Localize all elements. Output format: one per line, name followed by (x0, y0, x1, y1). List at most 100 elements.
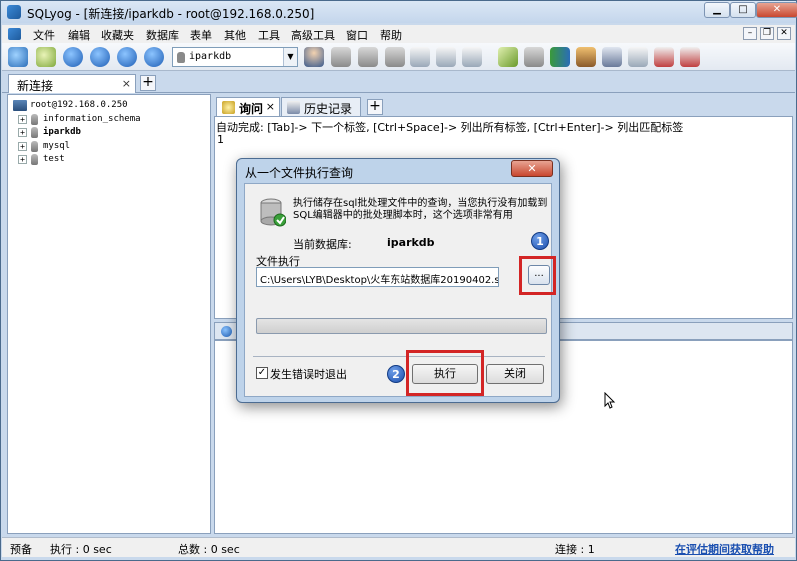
tab-query[interactable]: 询问 × (216, 97, 280, 116)
sqlyog-app-icon (7, 5, 21, 19)
status-mode: 预备 (10, 543, 32, 556)
database-icon (260, 198, 286, 227)
title-bar: SQLyog - [新连接/iparkdb - root@192.168.0.2… (1, 1, 797, 23)
table-data-icon[interactable] (410, 47, 430, 67)
menu-tools[interactable]: 工具 (258, 27, 280, 43)
copy-db-icon[interactable] (550, 47, 570, 67)
tab-history-label: 历史记录 (304, 102, 353, 116)
dialog-title: 从一个文件执行查询 (245, 166, 354, 180)
schema-sync-icon[interactable] (498, 47, 518, 67)
line-number: 1 (217, 133, 224, 146)
close-button[interactable]: 关闭 (486, 364, 544, 384)
status-connections: 连接 : 1 (555, 543, 595, 556)
execution-progress-bar (256, 318, 547, 334)
database-icon (31, 127, 38, 138)
expand-icon[interactable]: + (18, 155, 27, 164)
database-icon (31, 141, 38, 152)
tree-db-label: information_schema (43, 114, 141, 124)
mouse-cursor-icon (604, 392, 616, 409)
table-schema-icon[interactable] (436, 47, 456, 67)
connection-tab[interactable]: 新连接 × (8, 74, 136, 93)
tree-server-label: root@192.168.0.250 (30, 100, 128, 110)
notifications-icon[interactable] (628, 47, 648, 67)
step-2-badge: 2 (387, 365, 405, 383)
connection-tabstrip: 新连接 × + (2, 73, 795, 93)
object-browser: root@192.168.0.250 + information_schema … (7, 94, 211, 534)
app-menu-icon[interactable] (8, 28, 21, 40)
database-icon (31, 154, 38, 165)
mdi-restore-button[interactable]: ❐ (760, 27, 774, 40)
menu-advanced-tools[interactable]: 高级工具 (291, 27, 335, 43)
toolbar: iparkdb ▼ (2, 43, 795, 71)
restore-db-icon[interactable] (358, 47, 378, 67)
editor-tabstrip: 询问 × 历史记录 + (214, 96, 793, 116)
close-icon[interactable]: × (122, 77, 131, 90)
tree-db-label: iparkdb (43, 127, 81, 137)
database-icon (177, 52, 185, 63)
query-builder-icon[interactable] (654, 47, 674, 67)
menu-others[interactable]: 其他 (224, 27, 246, 43)
menu-help[interactable]: 帮助 (380, 27, 402, 43)
schema-designer-icon[interactable] (680, 47, 700, 67)
history-icon (287, 101, 300, 114)
minimize-button[interactable]: ▁ (704, 2, 730, 18)
menu-bar: 文件 编辑 收藏夹 数据库 表单 其他 工具 高级工具 窗口 帮助 – ❐ ✕ (2, 25, 795, 43)
status-total-time: 总数 : 0 sec (178, 543, 240, 556)
refresh-icon[interactable] (117, 47, 137, 67)
tab-query-label: 询问 (239, 102, 264, 116)
new-connection-icon[interactable] (8, 47, 28, 67)
abort-on-error-label: 发生错误时退出 (270, 368, 347, 381)
connect-icon[interactable] (36, 47, 56, 67)
user-manager-icon[interactable] (304, 47, 324, 67)
execute-sql-file-dialog: 从一个文件执行查询 ✕ 执行储存在sql批处理文件中的查询，当您执行没有加载到S… (236, 158, 560, 403)
step-1-badge: 1 (531, 232, 549, 250)
dialog-body: 执行储存在sql批处理文件中的查询，当您执行没有加载到SQL编辑器中的批处理脚本… (244, 183, 556, 397)
dialog-close-button[interactable]: ✕ (511, 160, 553, 177)
status-bar: 预备 执行 : 0 sec 总数 : 0 sec 连接 : 1 在评估期间获取帮… (2, 537, 795, 557)
window-close-button[interactable]: ✕ (756, 2, 797, 18)
abort-on-error-checkbox[interactable]: ✓ (256, 367, 268, 379)
database-icon (31, 114, 38, 125)
current-db-value: iparkdb (387, 236, 435, 249)
expand-icon[interactable]: + (18, 115, 27, 124)
scheduler-icon[interactable] (602, 47, 622, 67)
data-sync-icon[interactable] (524, 47, 544, 67)
add-connection-button[interactable]: + (140, 75, 156, 91)
close-icon[interactable]: × (266, 100, 275, 113)
add-query-tab-button[interactable]: + (367, 99, 383, 115)
stop-icon[interactable] (144, 47, 164, 67)
mdi-minimize-button[interactable]: – (743, 27, 757, 40)
menu-database[interactable]: 数据库 (146, 27, 179, 43)
migration-icon[interactable] (576, 47, 596, 67)
execute-all-icon[interactable] (90, 47, 110, 67)
file-path-input[interactable]: C:\Users\LYB\Desktop\火车东站数据库20190402.sql (256, 267, 499, 287)
menu-file[interactable]: 文件 (33, 27, 55, 43)
expand-icon[interactable]: + (18, 142, 27, 151)
menu-favorites[interactable]: 收藏夹 (101, 27, 134, 43)
menu-table[interactable]: 表单 (190, 27, 212, 43)
connection-tab-label: 新连接 (17, 79, 54, 93)
backup-db-icon[interactable] (331, 47, 351, 67)
menu-window[interactable]: 窗口 (346, 27, 368, 43)
maximize-button[interactable]: □ (730, 2, 756, 18)
chevron-down-icon[interactable]: ▼ (283, 48, 297, 66)
table-export-icon[interactable] (462, 47, 482, 67)
import-icon[interactable] (385, 47, 405, 67)
status-exec-time: 执行 : 0 sec (50, 543, 112, 556)
info-icon[interactable] (221, 326, 232, 337)
expand-icon[interactable]: + (18, 128, 27, 137)
mdi-close-button[interactable]: ✕ (777, 27, 791, 40)
execute-query-icon[interactable] (63, 47, 83, 67)
database-selector[interactable]: iparkdb ▼ (172, 47, 298, 67)
autocomplete-hint: 自动完成: [Tab]-> 下一个标签, [Ctrl+Space]-> 列出所有… (216, 121, 684, 134)
tree-db-label: test (43, 154, 65, 164)
menu-edit[interactable]: 编辑 (68, 27, 90, 43)
current-db-label: 当前数据库: (293, 238, 352, 251)
tab-history[interactable]: 历史记录 (281, 97, 361, 116)
execute-button[interactable]: 执行 (412, 364, 478, 384)
database-selector-value: iparkdb (189, 51, 232, 62)
help-link[interactable]: 在评估期间获取帮助 (675, 541, 774, 557)
query-icon (222, 101, 235, 114)
browse-button[interactable]: ... (528, 265, 550, 285)
tree-db-label: mysql (43, 141, 71, 151)
